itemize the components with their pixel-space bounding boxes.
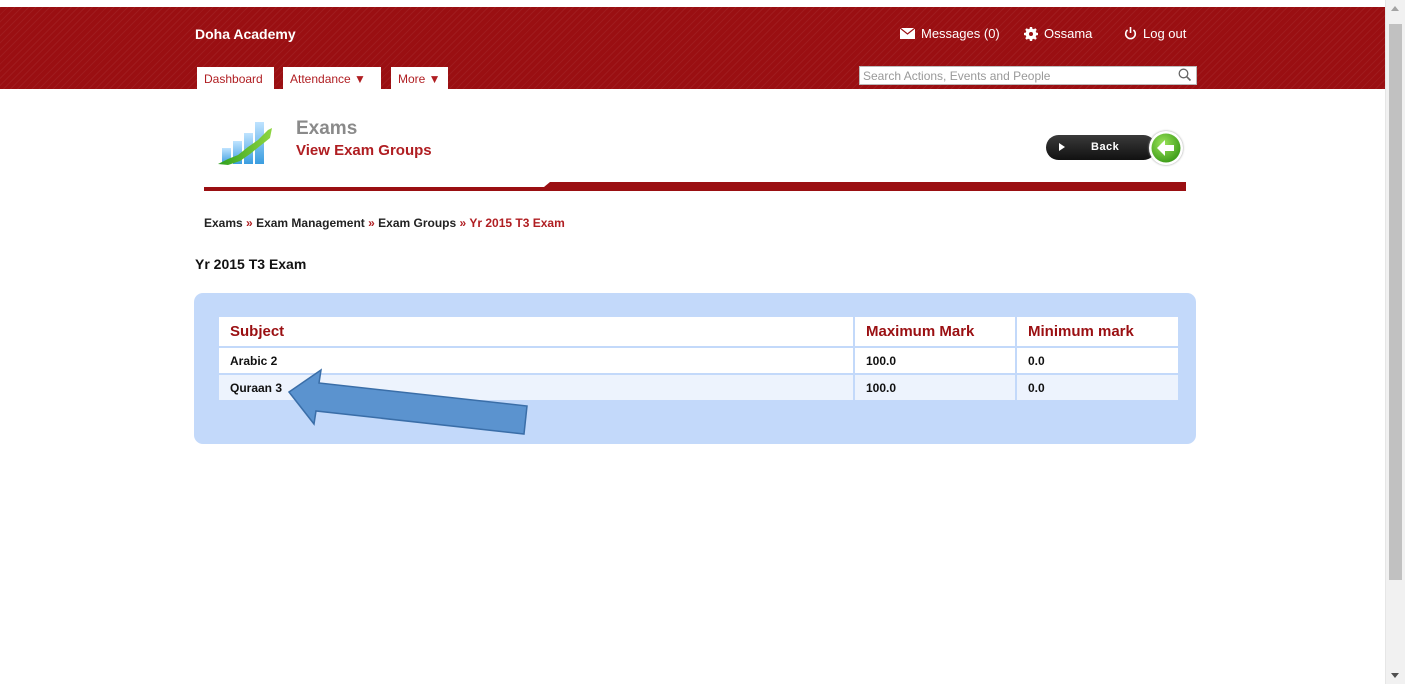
scroll-down-icon[interactable] xyxy=(1391,673,1399,678)
breadcrumb-exam-management[interactable]: Exam Management xyxy=(256,216,365,230)
tab-attendance[interactable]: Attendance ▼ xyxy=(283,67,381,89)
envelope-icon xyxy=(900,28,915,39)
column-header-minimum-mark: Minimum mark xyxy=(1015,315,1180,348)
page-title: Exams xyxy=(296,118,358,139)
messages-label: Messages (0) xyxy=(921,26,1000,41)
header-divider xyxy=(204,182,1186,191)
messages-link[interactable]: Messages (0) xyxy=(900,26,1000,41)
back-arrow-icon[interactable] xyxy=(1149,131,1183,165)
table-header-row: Subject Maximum Mark Minimum mark xyxy=(217,315,1180,348)
search-input[interactable] xyxy=(860,67,1166,85)
column-header-maximum-mark: Maximum Mark xyxy=(853,315,1017,348)
user-settings-link[interactable]: Ossama xyxy=(1024,26,1092,41)
back-label: Back xyxy=(1091,141,1120,153)
logout-label: Log out xyxy=(1143,26,1187,41)
search-icon[interactable] xyxy=(1178,68,1192,87)
top-links: Messages (0) Ossama Log out xyxy=(0,26,1385,42)
search-box xyxy=(859,66,1197,85)
logout-link[interactable]: Log out xyxy=(1124,26,1186,41)
tab-dashboard[interactable]: Dashboard xyxy=(197,67,274,89)
breadcrumb-current: Yr 2015 T3 Exam xyxy=(469,216,565,230)
cell-minimum-mark: 0.0 xyxy=(1015,346,1180,375)
chart-icon xyxy=(218,116,274,173)
scrollbar-thumb[interactable] xyxy=(1389,24,1402,580)
tab-more[interactable]: More ▼ xyxy=(391,67,448,89)
gear-icon xyxy=(1024,26,1038,41)
cell-maximum-mark: 100.0 xyxy=(853,373,1017,402)
breadcrumb: Exams » Exam Management » Exam Groups » … xyxy=(204,216,565,230)
power-icon xyxy=(1124,27,1137,40)
cell-maximum-mark: 100.0 xyxy=(853,346,1017,375)
column-header-subject: Subject xyxy=(217,315,855,348)
breadcrumb-exam-groups[interactable]: Exam Groups xyxy=(378,216,456,230)
breadcrumb-exams[interactable]: Exams xyxy=(204,216,243,230)
user-name: Ossama xyxy=(1044,26,1093,41)
exam-group-heading: Yr 2015 T3 Exam xyxy=(195,256,307,272)
page-subtitle: View Exam Groups xyxy=(296,142,432,159)
breadcrumb-separator: » xyxy=(368,216,375,230)
scroll-up-icon[interactable] xyxy=(1391,6,1399,11)
cell-minimum-mark: 0.0 xyxy=(1015,373,1180,402)
annotation-arrow xyxy=(287,368,528,435)
vertical-scrollbar[interactable] xyxy=(1385,0,1405,684)
back-button[interactable]: Back xyxy=(1046,135,1156,160)
play-triangle-icon xyxy=(1059,143,1065,151)
breadcrumb-separator: » xyxy=(459,216,467,230)
breadcrumb-separator: » xyxy=(246,216,253,230)
